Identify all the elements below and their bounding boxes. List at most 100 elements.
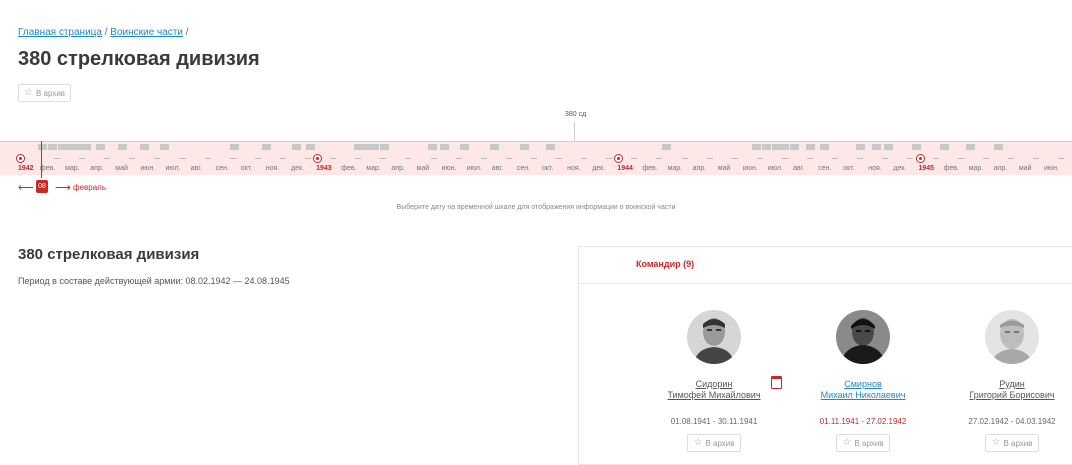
timeline-month-label[interactable]: июн. (140, 165, 155, 172)
timeline-month-label[interactable]: фев. (642, 165, 657, 172)
timeline-tick (79, 158, 86, 159)
timeline-unit-marker (574, 122, 575, 141)
commander-archive-button[interactable]: ☆ В архив (687, 434, 741, 452)
timeline-tick (405, 158, 412, 159)
timeline-year-marker[interactable] (614, 154, 624, 163)
timeline-month-label[interactable]: май (417, 165, 430, 172)
timeline-year-marker[interactable] (313, 154, 323, 163)
timeline-flag-icon (262, 144, 271, 150)
timeline-month-label[interactable]: май (1019, 165, 1032, 172)
timeline-month-label[interactable]: ноя. (567, 165, 581, 172)
panel-divider (579, 283, 1072, 284)
breadcrumb-units-link[interactable]: Воинские части (110, 27, 183, 38)
commander-name-link[interactable]: Тимофей Михайлович (639, 390, 789, 400)
timeline-tick (857, 158, 864, 159)
timeline-flag-icon (752, 144, 761, 150)
timeline-month-label[interactable]: ноя. (266, 165, 280, 172)
archive-button[interactable]: ☆ В архив (18, 84, 72, 102)
timeline-year-label[interactable]: 1945 (919, 165, 935, 172)
timeline-month-label[interactable]: сен. (818, 165, 831, 172)
timeline-month-label[interactable]: дек. (592, 165, 605, 172)
commander-surname-link[interactable]: Рудин (937, 379, 1072, 389)
timeline-tick (279, 158, 286, 159)
unit-period: Период в составе действующей армии: 08.0… (18, 276, 290, 286)
timeline-tick (480, 158, 487, 159)
timeline-flag-icon (96, 144, 105, 150)
timeline-month-label[interactable]: авг. (793, 165, 804, 172)
timeline-flag-icon (490, 144, 499, 150)
timeline-year-label[interactable]: 1944 (617, 165, 633, 172)
timeline-flag-icon (780, 144, 789, 150)
timeline-month-label[interactable]: дек. (893, 165, 906, 172)
timeline-month-label[interactable]: апр. (391, 165, 405, 172)
timeline-month-label[interactable]: май (718, 165, 731, 172)
timeline-tick (505, 158, 512, 159)
breadcrumb-home-link[interactable]: Главная страница (18, 27, 102, 38)
timeline-month-label[interactable]: апр. (994, 165, 1008, 172)
timeline-cursor[interactable] (41, 141, 42, 178)
commander-archive-button[interactable]: ☆ В архив (985, 434, 1039, 452)
timeline-month-label[interactable]: июл. (768, 165, 783, 172)
timeline-month-label[interactable]: июн. (1044, 165, 1059, 172)
timeline-month-label[interactable]: мар. (969, 165, 984, 172)
timeline-tick (129, 158, 136, 159)
commander-card: Рудин Григорий Борисович 27.02.1942 - 04… (937, 310, 1072, 452)
timeline-month-label[interactable]: фев. (341, 165, 356, 172)
timeline-year-label[interactable]: 1942 (18, 165, 34, 172)
timeline-month-label[interactable]: июл. (166, 165, 181, 172)
timeline-cursor-day[interactable]: 08 (36, 180, 48, 193)
timeline-flag-icon (460, 144, 469, 150)
avatar[interactable] (985, 310, 1039, 364)
arrow-right-icon[interactable]: ⟶ (55, 181, 71, 194)
timeline-month-label[interactable]: мар. (366, 165, 381, 172)
timeline-month-label[interactable]: дек. (291, 165, 304, 172)
timeline-month-label[interactable]: май (115, 165, 128, 172)
timeline-month-label[interactable]: апр. (90, 165, 104, 172)
commander-card: Сидорин Тимофей Михайлович 01.08.1941 - … (639, 310, 789, 452)
timeline-flag-icon (118, 144, 127, 150)
calendar-icon (771, 376, 782, 389)
timeline-tick (54, 158, 60, 159)
timeline-month-label[interactable]: авг. (191, 165, 202, 172)
timeline-month-label[interactable]: мар. (65, 165, 80, 172)
timeline-month-label[interactable]: июл. (467, 165, 482, 172)
star-icon: ☆ (24, 87, 33, 98)
star-icon: ☆ (693, 437, 703, 448)
archive-button-label: В архив (705, 438, 735, 448)
timeline-month-label[interactable]: окт. (241, 165, 252, 172)
tab-commanders[interactable]: Командир (9) (636, 259, 694, 269)
timeline-month-label[interactable]: окт. (542, 165, 553, 172)
timeline-month-label[interactable]: фев. (944, 165, 959, 172)
timeline-month-label[interactable]: ноя. (868, 165, 882, 172)
star-icon: ☆ (991, 437, 1001, 448)
timeline-tick (781, 158, 788, 159)
commander-archive-button[interactable]: ☆ В архив (836, 434, 890, 452)
timeline-year-marker[interactable] (16, 154, 25, 163)
timeline-year-label[interactable]: 1943 (316, 165, 332, 172)
avatar[interactable] (836, 310, 890, 364)
timeline-year-marker[interactable] (915, 154, 925, 163)
page-title: 380 стрелковая дивизия (18, 48, 260, 70)
timeline-months[interactable]: 1942 фев. мар. апр. май июн. июл. авг. сен. окт. н… (0, 154, 1072, 176)
selected-month-label: февраль (73, 183, 107, 192)
timeline-tick (606, 158, 613, 159)
timeline-flag-icon (230, 144, 239, 150)
timeline-month-label[interactable]: мар. (668, 165, 683, 172)
commander-surname-link[interactable]: Смирнов (788, 379, 938, 389)
timeline-flag-icon (912, 144, 921, 150)
commander-name-link[interactable]: Григорий Борисович (937, 390, 1072, 400)
timeline-month-label[interactable]: сен. (216, 165, 229, 172)
breadcrumb-separator: / (185, 27, 189, 38)
timeline-month-label[interactable]: июн. (743, 165, 758, 172)
timeline-month-label[interactable]: июн. (442, 165, 457, 172)
commander-surname-link[interactable]: Сидорин (639, 379, 789, 389)
timeline-month-label[interactable]: апр. (693, 165, 707, 172)
timeline-month-label[interactable]: сен. (517, 165, 530, 172)
timeline-tick (380, 158, 387, 159)
arrow-left-icon[interactable]: ⟵ (18, 181, 34, 194)
commander-name-link[interactable]: Михаил Николаевич (788, 390, 938, 400)
avatar[interactable] (687, 310, 741, 364)
timeline-month-label[interactable]: фев. (40, 165, 55, 172)
timeline-month-label[interactable]: окт. (843, 165, 854, 172)
timeline-month-label[interactable]: авг. (492, 165, 503, 172)
